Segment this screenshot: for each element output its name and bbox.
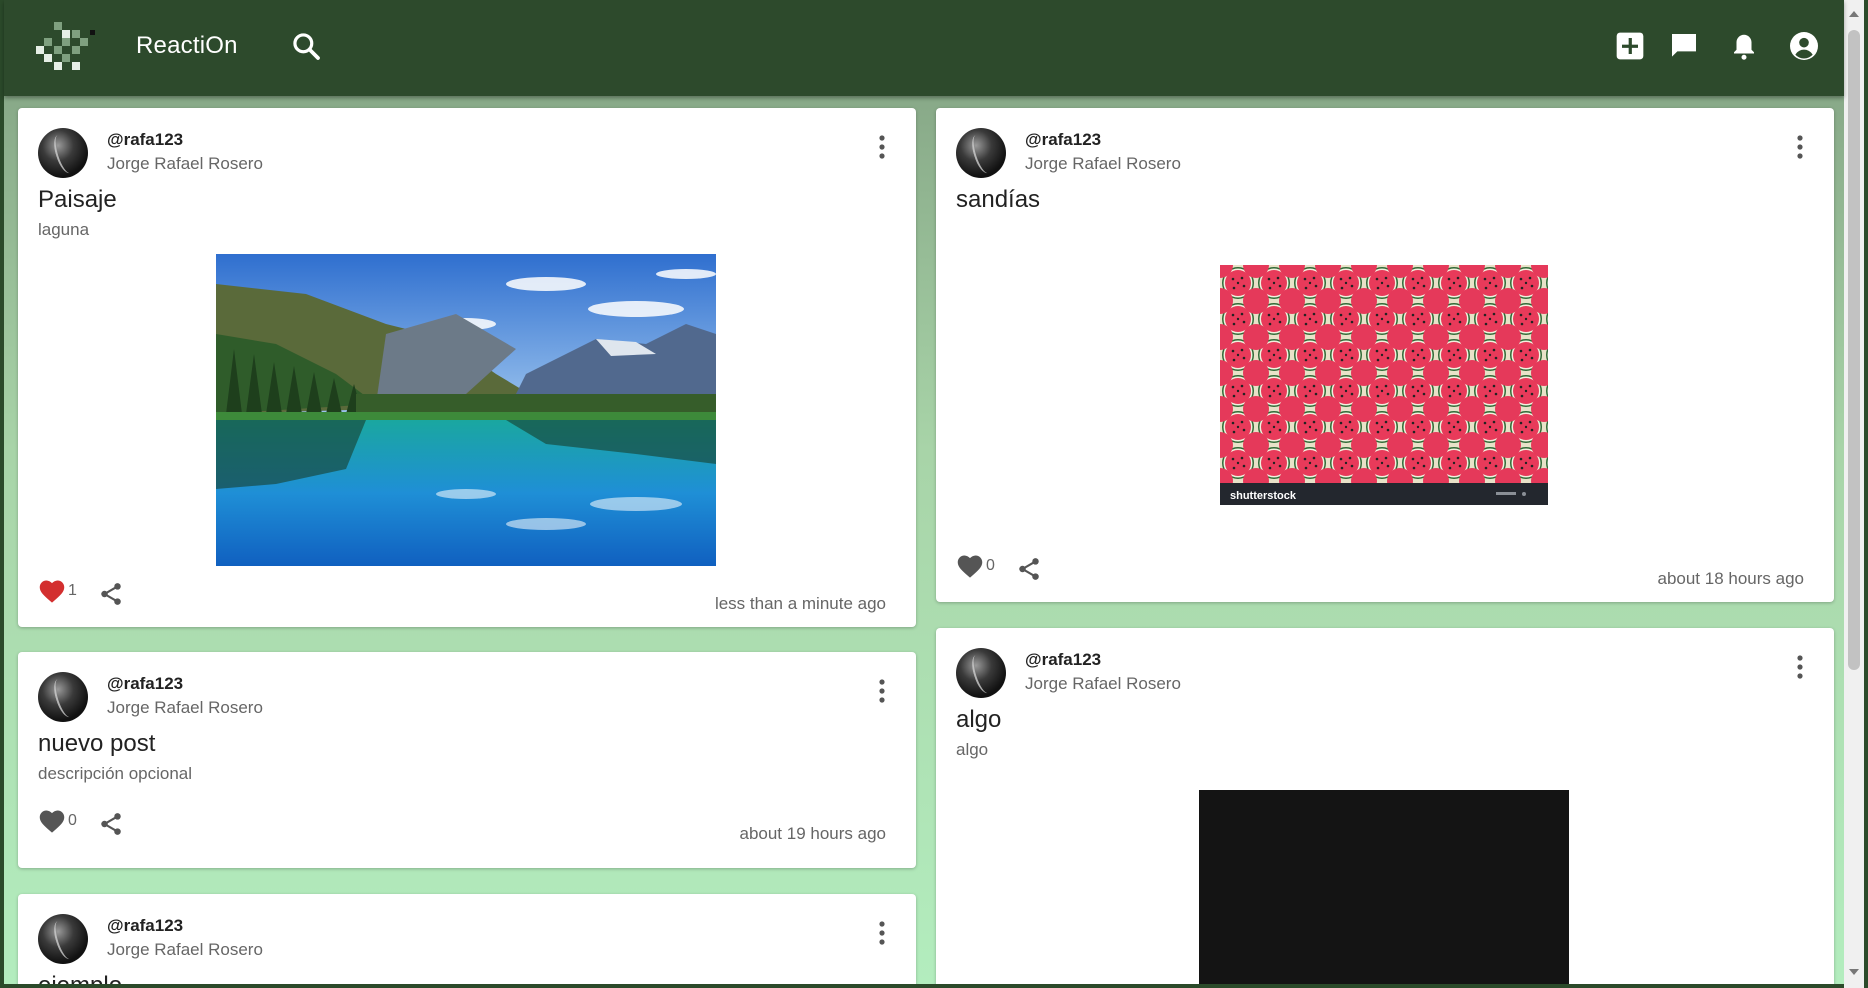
post-username[interactable]: @rafa123: [1025, 130, 1101, 150]
post-author-name: Jorge Rafael Rosero: [107, 940, 263, 959]
like-count: 0: [68, 812, 77, 829]
post-title: Paisaje: [38, 186, 117, 213]
scrollbar[interactable]: [1844, 0, 1864, 988]
more-vert-icon[interactable]: [870, 918, 894, 948]
avatar[interactable]: [38, 672, 88, 722]
search-icon[interactable]: [288, 28, 324, 64]
like-button[interactable]: 0: [956, 553, 995, 579]
like-count: 0: [986, 557, 995, 574]
post-description: descripción opcional: [38, 764, 193, 783]
add-post-icon[interactable]: [1612, 28, 1648, 64]
avatar[interactable]: [38, 128, 88, 178]
scrollbar-thumb[interactable]: [1848, 30, 1860, 670]
post-title: nuevo post: [38, 730, 156, 757]
post-title: algo: [956, 706, 1002, 733]
post-title: sandías: [956, 186, 1041, 213]
more-vert-icon[interactable]: [870, 132, 894, 162]
avatar[interactable]: [956, 128, 1006, 178]
heart-icon: [39, 810, 65, 833]
avatar[interactable]: [38, 914, 88, 964]
more-vert-icon[interactable]: [1788, 132, 1812, 162]
post-timestamp: about 19 hours ago: [739, 824, 886, 843]
chat-icon[interactable]: [1666, 28, 1702, 64]
share-icon[interactable]: [98, 811, 124, 837]
post-username[interactable]: @rafa123: [107, 130, 183, 150]
image-watermark: shutterstock: [1230, 490, 1297, 502]
like-count: 1: [68, 582, 77, 599]
post-card: @rafa123 Jorge Rafael Rosero nuevo post …: [18, 652, 916, 868]
like-button[interactable]: 1: [38, 578, 77, 604]
more-vert-icon[interactable]: [1788, 652, 1812, 682]
share-icon[interactable]: [1016, 556, 1042, 582]
post-timestamp: less than a minute ago: [714, 594, 886, 613]
post-image[interactable]: shutterstock: [1220, 265, 1548, 505]
post-description: algo: [956, 740, 989, 759]
post-username[interactable]: @rafa123: [1025, 650, 1101, 670]
post-card: @rafa123 Jorge Rafael Rosero ejemplo: [18, 894, 916, 984]
post-username[interactable]: @rafa123: [107, 916, 183, 936]
share-icon[interactable]: [98, 581, 124, 607]
bell-icon[interactable]: [1726, 28, 1762, 64]
post-card: @rafa123 Jorge Rafael Rosero Paisaje lag…: [18, 108, 916, 627]
avatar[interactable]: [956, 648, 1006, 698]
post-username[interactable]: @rafa123: [107, 674, 183, 694]
post-author-name: Jorge Rafael Rosero: [107, 698, 263, 717]
post-author-name: Jorge Rafael Rosero: [1025, 154, 1181, 173]
reaction-logo-icon[interactable]: [36, 22, 96, 76]
post-card: @rafa123 Jorge Rafael Rosero algo algo: [936, 628, 1834, 984]
post-title: ejemplo: [38, 972, 122, 984]
post-description: laguna: [38, 220, 90, 239]
post-author-name: Jorge Rafael Rosero: [107, 154, 263, 173]
post-author-name: Jorge Rafael Rosero: [1025, 674, 1181, 693]
app-bar: ReactiOn: [4, 0, 1844, 96]
heart-icon: [39, 580, 65, 603]
post-card: @rafa123 Jorge Rafael Rosero sandías shu…: [936, 108, 1834, 602]
more-vert-icon[interactable]: [870, 676, 894, 706]
post-image[interactable]: [1199, 790, 1569, 984]
post-timestamp: about 18 hours ago: [1657, 569, 1804, 588]
heart-icon: [957, 555, 983, 578]
post-image[interactable]: [216, 254, 716, 566]
app-title[interactable]: ReactiOn: [136, 32, 238, 60]
post-feed: @rafa123 Jorge Rafael Rosero Paisaje lag…: [4, 96, 1844, 984]
account-icon[interactable]: [1786, 28, 1822, 64]
like-button[interactable]: 0: [38, 808, 77, 834]
